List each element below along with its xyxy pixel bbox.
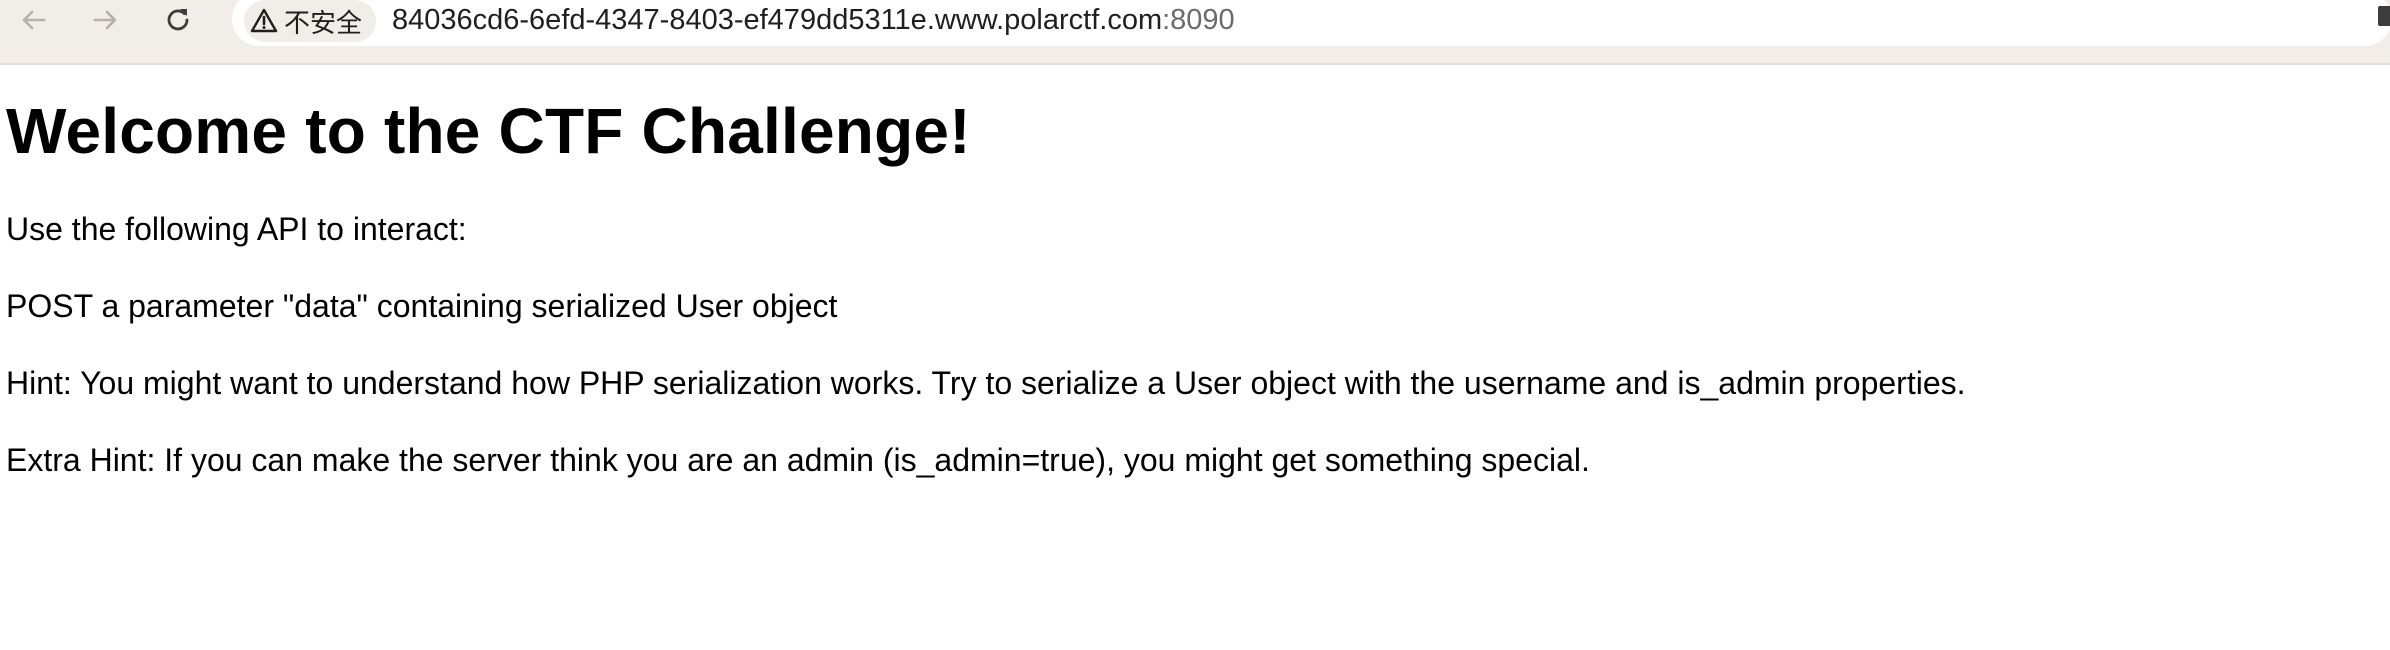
browser-toolbar: 不安全 84036cd6-6efd-4347-8403-ef479dd5311e… [0,0,2390,65]
api-instructions: Use the following API to interact: [6,211,467,247]
post-instructions: POST a parameter "data" containing seria… [6,288,838,324]
warning-triangle-icon [250,7,278,35]
arrow-left-icon [22,10,46,30]
back-button[interactable] [16,2,52,38]
forward-button[interactable] [87,2,123,38]
hint-text: Hint: You might want to understand how P… [6,365,1966,401]
url-host: 84036cd6-6efd-4347-8403-ef479dd5311e.www… [392,4,1163,36]
reload-button[interactable] [160,2,196,38]
reload-icon [167,9,189,31]
url-port: :8090 [1162,4,1235,36]
arrow-right-icon [93,10,117,30]
extension-icon[interactable] [2378,6,2390,26]
security-label: 不安全 [284,7,363,38]
page-content: Welcome to the CTF Challenge! Use the fo… [0,91,2390,480]
security-chip[interactable]: 不安全 [244,0,376,42]
extra-hint-text: Extra Hint: If you can make the server t… [6,442,1590,478]
page-heading: Welcome to the CTF Challenge! [6,95,971,167]
url-text[interactable]: 84036cd6-6efd-4347-8403-ef479dd5311e.www… [392,2,1235,38]
